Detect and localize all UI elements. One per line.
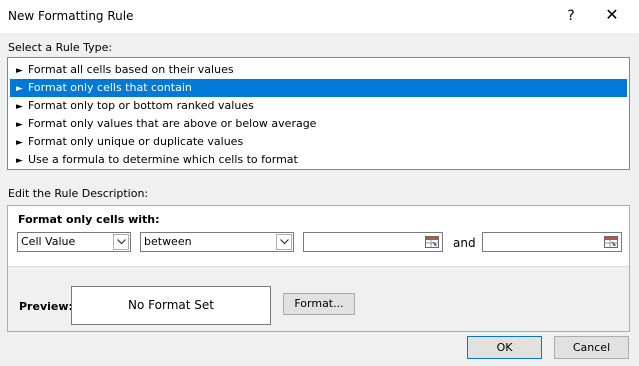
rule-arrow-icon: ► [16, 102, 23, 112]
close-button[interactable]: ✕ [600, 3, 624, 27]
ok-button[interactable]: OK [467, 336, 542, 359]
condition-type-select[interactable]: Cell Value [17, 232, 131, 252]
rule-type-label: Select a Rule Type: [8, 41, 113, 54]
rule-arrow-icon: ► [16, 66, 23, 76]
condition-type-value: Cell Value [21, 235, 76, 248]
operator-value: between [144, 235, 192, 248]
preview-box: No Format Set [71, 286, 271, 325]
window-title: New Formatting Rule [8, 9, 134, 23]
rule-arrow-icon: ► [16, 156, 23, 166]
rule-type-list[interactable]: ► Format all cells based on their values … [7, 57, 630, 170]
edit-description-label: Edit the Rule Description: [8, 187, 149, 200]
chevron-down-icon[interactable] [113, 234, 129, 250]
operator-select[interactable]: between [140, 232, 294, 252]
rule-item-cells-contain[interactable]: ► Format only cells that contain [10, 79, 627, 97]
rule-item-above-below-average[interactable]: ► Format only values that are above or be… [10, 115, 627, 133]
rule-arrow-icon: ► [16, 138, 23, 148]
rule-arrow-icon: ► [16, 84, 23, 94]
rule-item-unique-duplicate[interactable]: ► Format only unique or duplicate values [10, 133, 627, 151]
value1-input[interactable] [303, 232, 443, 252]
chevron-down-icon[interactable] [276, 234, 292, 250]
condition-area: Format only cells with: Cell Value betwe… [8, 206, 629, 267]
rule-item-formula[interactable]: ► Use a formula to determine which cells … [10, 151, 627, 169]
title-bar: New Formatting Rule ? ✕ [0, 0, 639, 33]
value2-input[interactable] [482, 232, 622, 252]
format-only-label: Format only cells with: [18, 213, 160, 226]
range-select-icon[interactable] [602, 234, 620, 250]
and-label: and [453, 236, 476, 250]
rule-item-top-bottom[interactable]: ► Format only top or bottom ranked values [10, 97, 627, 115]
range-select-icon[interactable] [423, 234, 441, 250]
rule-item-all-cells[interactable]: ► Format all cells based on their values [10, 61, 627, 79]
rule-description-panel: Format only cells with: Cell Value betwe… [7, 205, 630, 332]
rule-arrow-icon: ► [16, 120, 23, 130]
help-button[interactable]: ? [561, 5, 581, 27]
preview-label: Preview: [19, 300, 73, 313]
format-button[interactable]: Format... [283, 293, 355, 315]
cancel-button[interactable]: Cancel [554, 336, 629, 359]
